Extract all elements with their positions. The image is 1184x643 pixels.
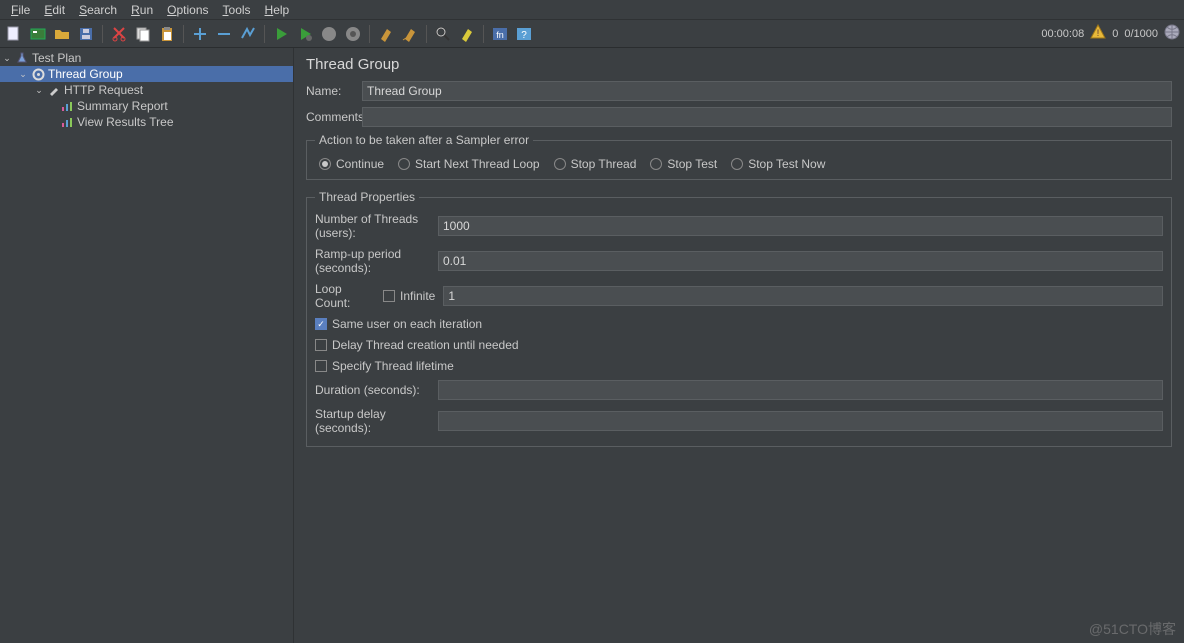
radio-start-next[interactable]: Start Next Thread Loop [398,157,540,171]
tree-label: View Results Tree [77,115,174,129]
tree-label: Summary Report [77,99,168,113]
tree-panel: ⌄ Test Plan ⌄ Thread Group ⌄ HTTP Reques… [0,48,294,643]
comments-input[interactable] [362,107,1172,127]
thread-properties-legend: Thread Properties [315,190,419,204]
gear-icon [31,67,45,81]
checkbox-icon [315,360,327,372]
toggle-icon[interactable]: ⌄ [2,53,12,64]
duration-input [438,380,1163,400]
sampler-error-fieldset: Action to be taken after a Sampler error… [306,133,1172,180]
shutdown-icon[interactable] [343,24,363,44]
same-user-checkbox[interactable]: Same user on each iteration [315,317,482,331]
open-icon[interactable] [52,24,72,44]
menu-edit[interactable]: Edit [37,1,72,19]
radio-icon [731,158,743,170]
collapse-icon[interactable] [214,24,234,44]
warning-icon[interactable]: ! [1090,24,1106,43]
globe-icon[interactable] [1164,24,1180,43]
radio-stop-thread[interactable]: Stop Thread [554,157,637,171]
tree-thread-group[interactable]: ⌄ Thread Group [0,66,293,82]
watermark: @51CTO博客 [1089,619,1176,639]
checkbox-icon [383,290,395,302]
radio-icon [398,158,410,170]
radio-icon [650,158,662,170]
chart-icon [60,99,74,113]
tree-http-request[interactable]: ⌄ HTTP Request [0,82,293,98]
panel-title: Thread Group [306,56,1172,73]
menu-run[interactable]: Run [124,1,160,19]
delay-creation-checkbox[interactable]: Delay Thread creation until needed [315,338,519,352]
new-icon[interactable] [4,24,24,44]
flask-icon [15,51,29,65]
pipette-icon [47,83,61,97]
toolbar: fn ? 00:00:08 ! 0 0/1000 [0,20,1184,48]
radio-icon [319,158,331,170]
content-panel: Thread Group Name: Comments: Action to b… [294,48,1184,643]
cut-icon[interactable] [109,24,129,44]
tree-test-plan[interactable]: ⌄ Test Plan [0,50,293,66]
menubar: File Edit Search Run Options Tools Help [0,0,1184,20]
function-icon[interactable]: fn [490,24,510,44]
radio-stop-now[interactable]: Stop Test Now [731,157,825,171]
comments-label: Comments: [306,110,356,124]
checkbox-icon [315,318,327,330]
expand-icon[interactable] [190,24,210,44]
toggle-icon[interactable]: ⌄ [18,69,28,80]
menu-options[interactable]: Options [160,1,215,19]
tree-label: Test Plan [32,51,81,65]
toggle-icon[interactable]: ⌄ [34,85,44,96]
search-icon[interactable] [433,24,453,44]
paste-icon[interactable] [157,24,177,44]
clear-icon[interactable] [376,24,396,44]
start-icon[interactable] [271,24,291,44]
name-input[interactable] [362,81,1172,101]
svg-text:!: ! [1097,28,1100,38]
radio-icon [554,158,566,170]
save-icon[interactable] [76,24,96,44]
loop-input[interactable] [443,286,1163,306]
elapsed-time: 00:00:08 [1041,28,1084,40]
ramp-label: Ramp-up period (seconds): [315,247,430,275]
thread-count: 0/1000 [1124,28,1158,40]
help-icon[interactable]: ? [514,24,534,44]
svg-text:?: ? [521,30,527,41]
menu-help[interactable]: Help [258,1,297,19]
clear-all-icon[interactable] [400,24,420,44]
reset-search-icon[interactable] [457,24,477,44]
specify-lifetime-checkbox[interactable]: Specify Thread lifetime [315,359,454,373]
tree-view-results[interactable]: View Results Tree [0,114,293,130]
name-label: Name: [306,84,356,98]
chart-icon [60,115,74,129]
threads-input[interactable] [438,216,1163,236]
startup-delay-label: Startup delay (seconds): [315,407,430,435]
loop-label: Loop Count: [315,282,375,310]
svg-text:fn: fn [496,30,504,40]
ramp-input[interactable] [438,251,1163,271]
toggle-icon[interactable] [238,24,258,44]
status-bar: 00:00:08 ! 0 0/1000 [1041,24,1180,43]
tree-summary-report[interactable]: Summary Report [0,98,293,114]
copy-icon[interactable] [133,24,153,44]
menu-file[interactable]: File [4,1,37,19]
startup-delay-input [438,411,1163,431]
start-no-pause-icon[interactable] [295,24,315,44]
duration-label: Duration (seconds): [315,383,430,397]
menu-tools[interactable]: Tools [216,1,258,19]
radio-continue[interactable]: Continue [319,157,384,171]
checkbox-icon [315,339,327,351]
tree-label: Thread Group [48,67,123,81]
sampler-error-legend: Action to be taken after a Sampler error [315,133,533,147]
thread-properties-fieldset: Thread Properties Number of Threads (use… [306,190,1172,447]
tree-label: HTTP Request [64,83,143,97]
infinite-checkbox[interactable]: Infinite [383,289,435,303]
menu-search[interactable]: Search [72,1,124,19]
threads-label: Number of Threads (users): [315,212,430,240]
templates-icon[interactable] [28,24,48,44]
stop-icon[interactable] [319,24,339,44]
radio-stop-test[interactable]: Stop Test [650,157,717,171]
error-count: 0 [1112,28,1118,40]
